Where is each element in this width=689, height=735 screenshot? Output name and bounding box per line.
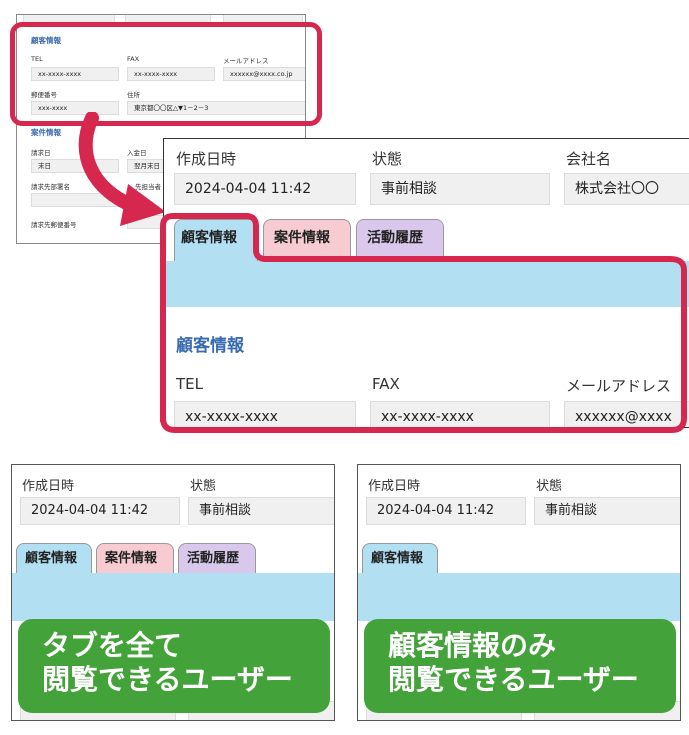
caption-line-1: タブを全て	[42, 629, 183, 662]
caption-line-2: 閲覧できるユーザー	[388, 663, 639, 696]
created-field[interactable]: 2024-04-04 11:42	[174, 173, 356, 205]
tel-label: TEL	[31, 55, 43, 63]
status-label: 状態	[190, 479, 217, 494]
mail-label: メールアドレス	[223, 57, 269, 65]
created-label: 作成日時	[176, 150, 237, 168]
status-field[interactable]: 事前相談	[188, 497, 334, 525]
address-label: 住所	[127, 91, 140, 99]
billing-date-label: 請求日	[31, 149, 51, 157]
tab-activity-history[interactable]: 活動履歴	[178, 543, 256, 573]
tab-case-info[interactable]: 案件情報	[96, 543, 174, 573]
caption-customer-only-user: 顧客情報のみ 閲覧できるユーザー	[364, 619, 676, 713]
created-field[interactable]: 2024-04-04 11:42	[20, 497, 180, 525]
tel-field[interactable]: xx-xxxx-xxxx	[31, 67, 119, 81]
section-title-customer: 顧客情報	[31, 36, 61, 45]
status-label: 状態	[536, 479, 563, 494]
caption-all-tabs-user: タブを全て 閲覧できるユーザー	[18, 619, 330, 713]
tab-customer-info[interactable]: 顧客情報	[16, 543, 92, 573]
company-label: 会社名	[566, 150, 612, 168]
section-title-case: 案件情報	[31, 128, 61, 137]
tab-content-band	[12, 573, 334, 621]
mail-field[interactable]: xxxxxx@xxxx.co.jp	[223, 67, 305, 81]
highlight-frame-zoom	[160, 213, 687, 433]
tab-content-band	[358, 573, 680, 621]
status-label: 状態	[372, 150, 403, 168]
tab-customer-info[interactable]: 顧客情報	[362, 543, 438, 573]
fax-label: FAX	[127, 55, 140, 63]
created-label: 作成日時	[22, 479, 75, 494]
status-field[interactable]: 事前相談	[534, 497, 680, 525]
caption-line-2: 閲覧できるユーザー	[42, 663, 293, 696]
caption-line-1: 顧客情報のみ	[388, 629, 557, 662]
fax-field[interactable]: xx-xxxx-xxxx	[127, 67, 215, 81]
billing-dept-label: 請求先部署名	[31, 183, 70, 191]
created-label: 作成日時	[368, 479, 421, 494]
status-field[interactable]: 事前相談	[370, 173, 550, 205]
created-field[interactable]: 2024-04-04 11:42	[366, 497, 526, 525]
company-field[interactable]: 株式会社〇〇	[564, 173, 689, 205]
zip-label: 郵便番号	[31, 91, 57, 99]
